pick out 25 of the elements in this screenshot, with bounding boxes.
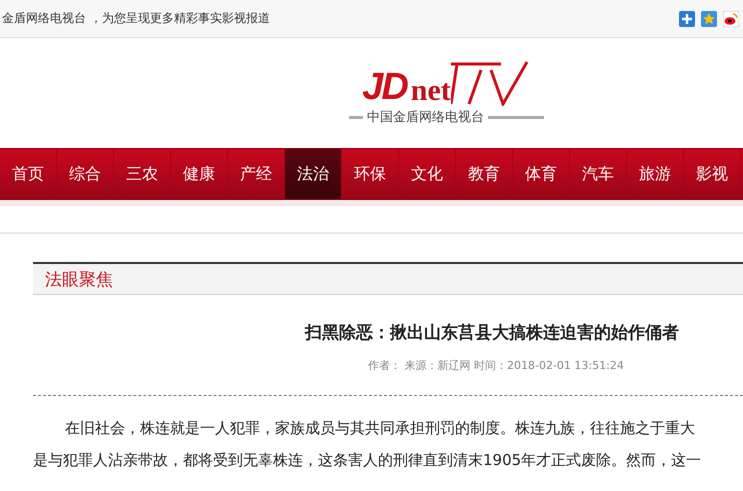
article-meta: 作者： 来源：新辽网 时间：2018-02-01 13:51:24: [368, 358, 625, 373]
nav-tab[interactable]: 旅游: [627, 149, 684, 199]
nav-tab[interactable]: 环保: [342, 149, 399, 199]
tv-lines-icon: [450, 60, 531, 106]
nav-tab[interactable]: 三农: [114, 149, 171, 199]
section-title: 法眼聚焦: [45, 268, 113, 290]
weibo-icon[interactable]: [723, 10, 739, 26]
nav-tab[interactable]: 健康: [171, 149, 228, 199]
article-text-line: 是与犯罪人沾亲带故，都将受到无辜株连，这条害人的刑律直到清末1905年才正式废除。然而，这一: [33, 450, 702, 471]
plus-icon[interactable]: [679, 10, 695, 26]
logo-word: net: [410, 76, 451, 106]
site-tagline: 金盾网络电视台 ，为您呈现更多精彩事实影视报道: [2, 10, 270, 27]
nav-tab[interactable]: 综合: [57, 149, 114, 199]
nav-tab[interactable]: 法治: [285, 149, 342, 199]
nav-tab[interactable]: 首页: [0, 149, 57, 199]
nav-tab[interactable]: 影视: [684, 149, 741, 199]
nav-tab[interactable]: 汽车: [570, 149, 627, 199]
logo-subtitle: 中国金盾网络电视台: [367, 109, 484, 126]
article-text-line: 在旧社会，株连就是一人犯罪，家族成员与其共同承担刑罚的制度。株连九族，往往施之于重大: [64, 418, 696, 439]
star-icon[interactable]: [701, 10, 717, 26]
logo-letters: JD: [362, 68, 407, 106]
article-title: 扫黑除恶：揪出山东莒县大搞株连迫害的始作俑者: [305, 322, 680, 344]
nav-tab[interactable]: 文化: [399, 149, 456, 199]
nav-tab[interactable]: 教育: [456, 149, 513, 199]
nav-tab[interactable]: 体育: [513, 149, 570, 199]
